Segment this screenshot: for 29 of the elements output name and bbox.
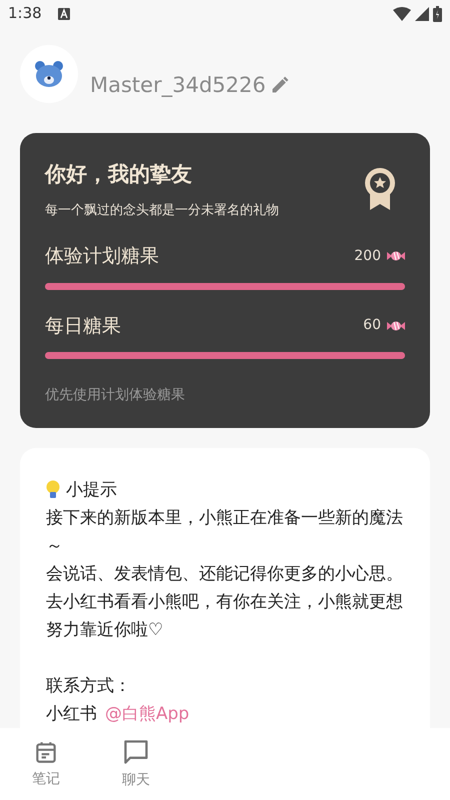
username: Master_34d5226 <box>90 72 266 99</box>
candy-icon <box>387 320 405 332</box>
status-time: 1:38 <box>8 3 42 24</box>
meter-label: 体验计划糖果 <box>45 244 159 269</box>
chat-icon <box>122 738 150 766</box>
contact-platform: 小红书 <box>46 703 97 726</box>
meter-label: 每日糖果 <box>45 314 121 338</box>
meter-reading: 200 <box>354 246 381 266</box>
signal-icon <box>415 6 429 20</box>
tips-paragraph: 接下来的新版本里，小熊正在准备一些新的魔法～ <box>46 507 404 558</box>
wifi-icon <box>393 6 411 20</box>
bear-icon <box>34 60 64 88</box>
tips-paragraph: 会说话、发表情包、还能记得你更多的小心思。 <box>46 563 404 586</box>
card-note: 优先使用计划体验糖果 <box>45 386 186 405</box>
nav-tab[interactable]: 聊天 <box>122 738 150 790</box>
battery-icon <box>433 6 442 22</box>
medal-icon <box>363 167 397 211</box>
card-title: 你好，我的挚友 <box>45 161 193 188</box>
contact-link[interactable]: @白熊App <box>105 700 190 728</box>
tips-paragraph: 去小红书看看小熊吧，有你在关注，小熊就更想努力靠近你啦♡ <box>46 591 404 642</box>
candy-icon <box>387 250 405 262</box>
lightbulb-icon <box>46 480 60 500</box>
nav-tab[interactable]: 笔记 <box>32 738 60 790</box>
contact-label: 联系方式： <box>46 675 132 698</box>
notification-icon <box>58 8 70 20</box>
card-subtitle: 每一个飘过的念头都是一分未署名的礼物 <box>45 202 279 220</box>
meter-reading: 60 <box>363 316 381 336</box>
tips-heading: 小提示 <box>66 479 117 502</box>
pencil-icon[interactable] <box>270 75 290 96</box>
